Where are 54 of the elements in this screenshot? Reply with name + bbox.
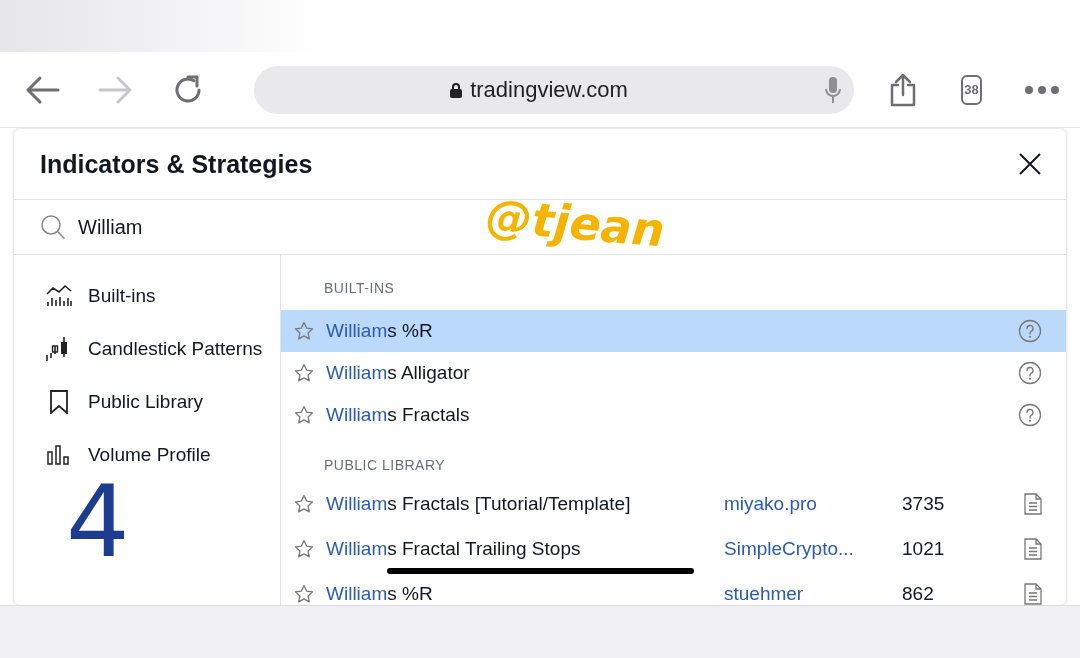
search-icon <box>40 214 66 240</box>
document-icon <box>1024 492 1042 515</box>
star-icon <box>294 321 314 341</box>
star-icon <box>294 538 314 559</box>
address-bar[interactable]: tradingview.com <box>254 65 854 114</box>
author-link[interactable]: stuehmer <box>724 582 890 605</box>
sidebar-item[interactable]: Candlestick Patterns <box>14 322 280 375</box>
usage-count: 3735 <box>902 492 946 515</box>
author-link[interactable]: miyako.pro <box>724 492 890 515</box>
url-text: tradingview.com <box>470 76 628 103</box>
author-link[interactable]: SimpleCrypto... <box>724 537 890 560</box>
indicator-row[interactable]: Williams Alligator <box>281 352 1066 394</box>
close-icon <box>1018 152 1042 176</box>
help-icon <box>1018 403 1042 427</box>
indicator-name: Williams %R <box>326 320 433 342</box>
star-icon <box>294 583 314 604</box>
indicator-name: Williams Alligator <box>326 362 470 384</box>
indicator-name: Williams Fractal Trailing Stops <box>326 537 581 560</box>
section-heading: PUBLIC LIBRARY <box>324 456 446 473</box>
usage-count: 1021 <box>902 537 946 560</box>
star-icon <box>294 493 314 514</box>
section-heading: BUILT-INS <box>324 279 395 296</box>
indicator-name: Williams Fractals [Tutorial/Template] <box>326 492 631 515</box>
indicator-name: Williams Fractals <box>326 404 470 426</box>
lock-icon <box>450 81 463 98</box>
indicator-name: Williams %R <box>326 582 433 605</box>
sidebar-item[interactable]: Public Library <box>14 375 280 428</box>
star-icon <box>294 363 314 383</box>
indicator-row[interactable]: Williams Fractals [Tutorial/Template] miyako.pro 3735 <box>281 481 1066 526</box>
document-icon <box>1024 537 1042 560</box>
search-field[interactable]: William <box>78 215 478 239</box>
close-button[interactable] <box>1018 152 1042 176</box>
help-icon <box>1018 361 1042 385</box>
more-button[interactable] <box>1024 84 1060 95</box>
indicator-row[interactable]: Williams %R <box>281 310 1066 352</box>
indicator-row[interactable]: Williams %R stuehmer 862 <box>281 571 1066 605</box>
back-button[interactable] <box>24 74 60 105</box>
dialog-title: Indicators & Strategies <box>40 149 314 179</box>
star-icon <box>294 405 314 425</box>
share-button[interactable] <box>888 72 918 107</box>
indicator-row[interactable]: Williams Fractal Trailing Stops SimpleCrypto... 1021 <box>281 526 1066 571</box>
document-icon <box>1024 582 1042 605</box>
tabs-button[interactable]: 38 <box>961 74 982 105</box>
chart-bars-icon <box>44 283 74 308</box>
indicator-row[interactable]: Williams Fractals <box>281 394 1066 436</box>
help-icon <box>1018 319 1042 343</box>
more-dots-icon <box>1024 84 1060 95</box>
forward-arrow-icon <box>98 74 134 105</box>
usage-count: 862 <box>902 582 935 605</box>
back-arrow-icon <box>24 74 60 105</box>
handwritten-handle: @tjean <box>484 192 667 254</box>
microphone-icon <box>824 75 842 104</box>
sidebar-item[interactable]: Built-ins <box>14 269 280 322</box>
share-icon <box>888 72 918 107</box>
